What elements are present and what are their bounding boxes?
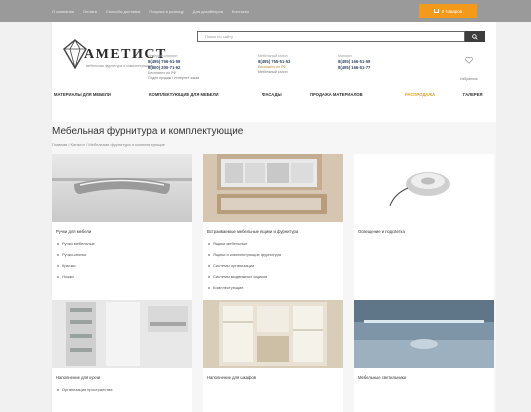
list-item[interactable]: Организация пространства	[56, 384, 112, 395]
card-image-wardrobe	[203, 300, 343, 368]
card-title[interactable]: Встраиваемые мебельные ящики и фурнитура	[207, 229, 298, 234]
logo[interactable]: АМЕТИСТ мебельная фурнитура и комплектую…	[60, 39, 165, 73]
top-nav-item-contacts[interactable]: Контакты	[232, 9, 249, 14]
top-bar: О компании Оплата Способы доставки Покуп…	[0, 0, 531, 22]
list-item[interactable]: Ручки-кнопки	[57, 249, 95, 260]
main-nav-clearance[interactable]: РАСПРОДАЖА	[405, 92, 435, 97]
card-title[interactable]: Мебельные светильники	[358, 375, 406, 380]
main-nav-sales[interactable]: ПРОДАЖА МАТЕРИАЛОВ	[310, 92, 363, 97]
breadcrumb[interactable]: Главная / Каталог / Мебельная фурнитура …	[52, 142, 165, 147]
card-image-kitchen	[52, 300, 192, 368]
search-icon	[472, 33, 478, 40]
card-title[interactable]: Ручки для мебели	[56, 229, 91, 234]
search-input[interactable]: Поиск по сайту	[197, 31, 465, 42]
card-title[interactable]: Освещение и подсветка	[358, 229, 405, 234]
phone-number[interactable]: 8(495) 166-51-77	[338, 65, 370, 71]
main-nav-gallery[interactable]: ГАЛЕРЕЯ	[463, 92, 483, 97]
category-card-lighting[interactable]: Освещение и подсветка	[354, 154, 494, 316]
cart-label: 0 товаров	[441, 8, 463, 14]
logo-tagline: мебельная фурнитура и комплектующие	[86, 64, 153, 68]
card-image-lighting	[354, 154, 494, 222]
heart-icon	[465, 56, 473, 64]
cart-button[interactable]: 0 товаров	[419, 4, 477, 18]
cart-icon	[433, 9, 439, 13]
list-item[interactable]: Ящики и комплектующие фурнитура	[207, 249, 281, 260]
top-nav-item-retail[interactable]: Покупка в розницу	[149, 9, 183, 14]
search-placeholder: Поиск по сайту	[205, 34, 234, 39]
contact-label: Интернет-магазин	[148, 54, 178, 58]
contact-label: Магазин	[338, 54, 352, 58]
list-item[interactable]: Ножки	[57, 271, 95, 282]
category-card-drawers[interactable]: Встраиваемые мебельные ящики и фурнитура…	[203, 154, 343, 316]
search-button[interactable]	[465, 31, 485, 42]
main-nav-components[interactable]: КОМПЛЕКТУЮЩИЕ ДЛЯ МЕБЕЛИ	[149, 92, 219, 97]
main-nav-materials[interactable]: МАТЕРИАЛЫ ДЛЯ МЕБЕЛИ	[54, 92, 111, 97]
page-title: Мебельная фурнитура и комплектующие	[52, 126, 244, 137]
top-nav-item-delivery[interactable]: Способы доставки	[106, 9, 141, 14]
top-nav: О компании Оплата Способы доставки Покуп…	[52, 0, 249, 22]
card-list: Организация пространства	[56, 384, 112, 395]
list-item[interactable]: Ручки мебельные	[57, 238, 95, 249]
contact-extra: Отдел продаж / Интернет-заказ	[148, 76, 200, 80]
list-item[interactable]: Системы организации	[207, 260, 281, 271]
card-image-handles	[52, 154, 192, 222]
contact-shop: Интернет-магазин 8(495) 766-51-59 8(800)…	[148, 54, 199, 81]
contact-extra: Мебельный салон	[258, 70, 288, 74]
main-nav: МАТЕРИАЛЫ ДЛЯ МЕБЕЛИ КОМПЛЕКТУЮЩИЕ ДЛЯ М…	[52, 88, 496, 100]
card-list: Ящики мебельные Ящики и комплектующие фу…	[207, 238, 281, 293]
card-list: Ручки мебельные Ручки-кнопки Крючки Ножк…	[57, 238, 95, 282]
card-image-drawers	[203, 154, 343, 222]
card-title[interactable]: Наполнение для кухни	[56, 375, 100, 380]
top-nav-item-designers[interactable]: Для дизайнеров	[193, 9, 223, 14]
category-card-wardrobe[interactable]: Наполнение для шкафов	[203, 300, 343, 412]
card-title[interactable]: Наполнение для шкафов	[207, 375, 256, 380]
list-item[interactable]: Ящики мебельные	[207, 238, 281, 249]
category-card-handles[interactable]: Ручки для мебели Ручки мебельные Ручки-к…	[52, 154, 192, 316]
site-header: АМЕТИСТ мебельная фурнитура и комплектую…	[52, 22, 496, 122]
card-image-luminaires	[354, 300, 494, 368]
category-card-kitchen[interactable]: Наполнение для кухни Организация простра…	[52, 300, 192, 412]
top-nav-item-payment[interactable]: Оплата	[83, 9, 97, 14]
list-item[interactable]: Комплектующие	[207, 282, 281, 293]
favorites-link[interactable]: Избранное	[455, 56, 483, 85]
favorites-label: Избранное	[460, 77, 478, 81]
page-container: АМЕТИСТ мебельная фурнитура и комплектую…	[52, 22, 496, 412]
contact-salon: Мебельный салон 8(495) 755-51-53 Бесплат…	[258, 54, 290, 75]
category-card-luminaires[interactable]: Мебельные светильники	[354, 300, 494, 412]
main-nav-facades[interactable]: ФАСАДЫ	[262, 92, 282, 97]
top-nav-item-about[interactable]: О компании	[52, 9, 74, 14]
contact-store: Магазин 8(495) 166-51-59 8(495) 166-51-7…	[338, 54, 370, 71]
list-item[interactable]: Крючки	[57, 260, 95, 271]
contact-label: Мебельный салон	[258, 54, 288, 58]
list-item[interactable]: Системы выдвижных ящиков	[207, 271, 281, 282]
